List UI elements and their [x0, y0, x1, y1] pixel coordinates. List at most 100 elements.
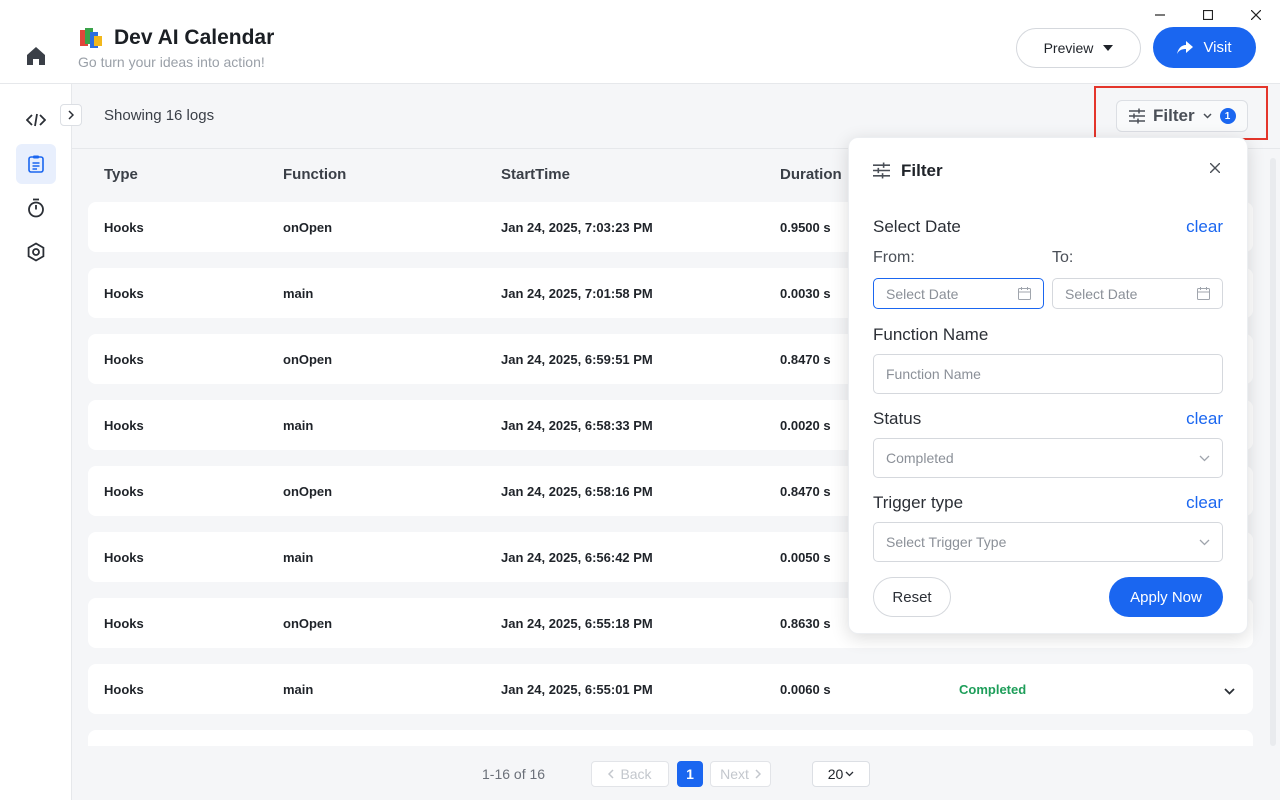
cell-start-time: Jan 24, 2025, 6:59:51 PM	[501, 352, 653, 367]
cell-start-time: Jan 24, 2025, 6:58:33 PM	[501, 418, 653, 433]
status-label: Status	[873, 409, 922, 428]
chevron-right-icon	[755, 769, 761, 779]
cell-function: main	[283, 682, 314, 697]
function-name-input[interactable]: Function Name	[873, 354, 1223, 394]
home-icon	[27, 47, 45, 65]
from-date-input[interactable]: Select Date	[873, 278, 1044, 309]
cell-start-time: Jan 24, 2025, 7:03:23 PM	[501, 220, 653, 235]
cell-function: onOpen	[283, 484, 333, 499]
cell-duration: 0.0030 s	[780, 286, 831, 301]
cell-type: Hooks	[104, 286, 144, 301]
scrollbar[interactable]	[1270, 158, 1276, 746]
function-name-label: Function Name	[873, 325, 989, 344]
timer-icon	[28, 198, 44, 218]
clear-date-link[interactable]: clear	[1186, 217, 1223, 237]
maximize-button[interactable]	[1184, 0, 1232, 30]
to-label: To:	[1052, 249, 1074, 266]
settings-icon	[27, 242, 45, 262]
cell-function: onOpen	[283, 220, 333, 235]
status-select[interactable]: Completed	[873, 438, 1223, 478]
sidebar-expand-button[interactable]	[60, 104, 82, 126]
cell-type: Hooks	[104, 616, 144, 631]
reset-button[interactable]: Reset	[873, 577, 951, 617]
back-page-button[interactable]: Back	[591, 761, 669, 787]
cell-duration: 0.9500 s	[780, 220, 831, 235]
cell-duration: 0.8630 s	[780, 616, 831, 631]
chevron-down-icon	[845, 771, 854, 777]
calendar-icon	[1197, 287, 1210, 300]
column-header-type: Type	[104, 166, 138, 183]
filter-count-badge: 1	[1219, 108, 1236, 124]
app-header: Dev AI Calendar Go turn your ideas into …	[0, 0, 1280, 84]
chevron-down-icon	[1199, 539, 1210, 546]
cell-start-time: Jan 24, 2025, 7:01:58 PM	[501, 286, 653, 301]
clear-status-link[interactable]: clear	[1186, 409, 1223, 429]
preview-button[interactable]: Preview	[1016, 28, 1141, 68]
trigger-type-label: Trigger type	[873, 493, 964, 512]
column-header-function: Function	[283, 166, 347, 183]
filter-button[interactable]: Filter 1	[1116, 100, 1248, 132]
column-header-duration: Duration	[780, 166, 842, 183]
log-count-text: Showing 16 logs	[104, 107, 215, 124]
maximize-icon	[1203, 10, 1213, 20]
page-size-select[interactable]: 20	[812, 761, 870, 787]
filter-panel-title: Filter	[901, 161, 943, 180]
sidebar-item-settings[interactable]	[16, 232, 56, 272]
code-icon	[26, 113, 46, 127]
column-header-starttime: StartTime	[501, 166, 570, 183]
pagination: 1-16 of 16 Back 1 Next 20	[0, 760, 1280, 790]
cell-type: Hooks	[104, 682, 144, 697]
filter-close-button[interactable]	[1205, 158, 1225, 178]
select-date-label: Select Date	[873, 217, 961, 236]
cell-type: Hooks	[104, 484, 144, 499]
minimize-icon	[1155, 14, 1165, 16]
close-window-button[interactable]	[1232, 0, 1280, 30]
table-row[interactable]	[88, 730, 1253, 746]
app-title: Dev AI Calendar	[114, 26, 275, 49]
cell-function: main	[283, 550, 314, 565]
visit-button[interactable]: Visit	[1153, 27, 1256, 68]
apply-now-button[interactable]: Apply Now	[1109, 577, 1223, 617]
cell-status: Completed	[959, 682, 1027, 697]
clear-trigger-link[interactable]: clear	[1186, 493, 1223, 513]
page-number-button[interactable]: 1	[677, 761, 703, 787]
pagination-range: 1-16 of 16	[482, 766, 546, 782]
sidebar-item-logs[interactable]	[16, 144, 56, 184]
cell-duration: 0.0050 s	[780, 550, 831, 565]
cell-type: Hooks	[104, 220, 144, 235]
share-arrow-icon	[1177, 40, 1194, 54]
calendar-icon	[1018, 287, 1031, 300]
chevron-left-icon	[608, 769, 614, 779]
page-size-value: 20	[827, 766, 844, 782]
clipboard-icon	[28, 155, 44, 173]
sliders-icon	[873, 162, 890, 179]
cell-duration: 0.0060 s	[780, 682, 831, 697]
cell-type: Hooks	[104, 550, 144, 565]
filter-panel: Filter Select Date clear From: To: Selec…	[848, 137, 1248, 634]
next-page-button[interactable]: Next	[710, 761, 771, 787]
cell-type: Hooks	[104, 418, 144, 433]
to-date-input[interactable]: Select Date	[1052, 278, 1223, 309]
trigger-type-placeholder: Select Trigger Type	[886, 534, 1007, 550]
home-button[interactable]	[16, 36, 56, 76]
chevron-down-icon	[1203, 113, 1212, 119]
trigger-type-select[interactable]: Select Trigger Type	[873, 522, 1223, 562]
close-icon	[1210, 163, 1220, 173]
sidebar-item-code[interactable]	[16, 100, 56, 140]
app-subtitle: Go turn your ideas into action!	[78, 54, 265, 70]
sidebar-item-triggers[interactable]	[16, 188, 56, 228]
chevron-right-icon	[68, 110, 74, 120]
cell-duration: 0.8470 s	[780, 352, 831, 367]
cell-start-time: Jan 24, 2025, 6:55:18 PM	[501, 616, 653, 631]
chevron-down-icon	[1224, 688, 1235, 695]
cell-function: main	[283, 418, 314, 433]
row-expand-button[interactable]	[1224, 682, 1235, 700]
cell-start-time: Jan 24, 2025, 6:55:01 PM	[501, 682, 653, 697]
filter-button-label: Filter	[1153, 106, 1195, 125]
minimize-button[interactable]	[1136, 0, 1184, 30]
from-label: From:	[873, 249, 915, 266]
next-label: Next	[720, 766, 749, 782]
cell-start-time: Jan 24, 2025, 6:56:42 PM	[501, 550, 653, 565]
table-row[interactable]: Hooks main Jan 24, 2025, 6:55:01 PM 0.00…	[88, 664, 1253, 714]
close-icon	[1251, 10, 1261, 20]
